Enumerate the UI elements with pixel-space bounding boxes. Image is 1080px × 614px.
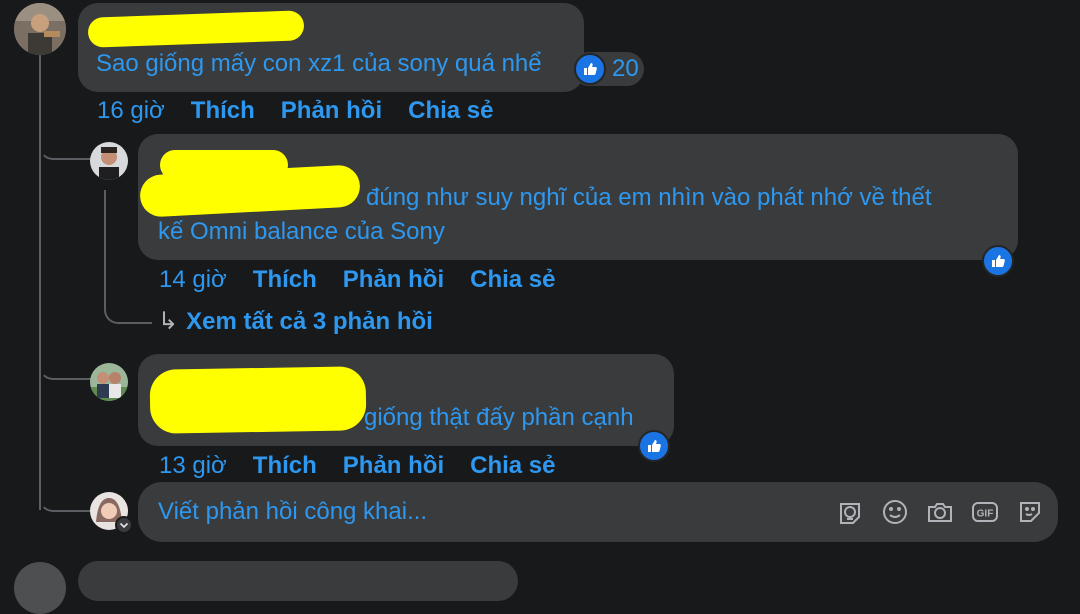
timestamp[interactable]: 14 giờ bbox=[159, 264, 227, 296]
timestamp[interactable]: 16 giờ bbox=[97, 95, 165, 127]
share-button[interactable]: Chia sẻ bbox=[408, 95, 493, 127]
emoji-icon[interactable] bbox=[879, 496, 911, 528]
comment-text: Sao giống mấy con xz1 của sony quá nhể bbox=[96, 50, 542, 77]
like-button[interactable]: Thích bbox=[253, 450, 317, 482]
reply-arrow-icon: ↳ bbox=[158, 308, 179, 335]
share-button[interactable]: Chia sẻ bbox=[470, 450, 555, 482]
avatar-photo-icon bbox=[14, 3, 66, 55]
comment-actions: 16 giờ Thích Phản hồi Chia sẻ bbox=[97, 95, 520, 127]
view-more-replies-link[interactable]: ↳ Xem tất cả 3 phản hồi bbox=[158, 306, 433, 338]
view-more-replies-label: Xem tất cả 3 phản hồi bbox=[186, 308, 433, 335]
avatar-dropdown-icon[interactable] bbox=[115, 516, 133, 534]
reply-text-line1: đúng như suy nghĩ của em nhìn vào phát n… bbox=[366, 184, 932, 211]
reply-button[interactable]: Phản hồi bbox=[343, 450, 444, 482]
like-reaction-icon[interactable] bbox=[638, 430, 670, 462]
avatar[interactable] bbox=[90, 142, 128, 180]
reply-actions: 14 giờ Thích Phản hồi Chia sẻ bbox=[159, 264, 582, 296]
reaction-summary[interactable]: 20 bbox=[572, 52, 644, 86]
reply-text-line2: kế Omni balance của Sony bbox=[158, 218, 445, 245]
sticker-icon[interactable] bbox=[1014, 496, 1046, 528]
thread-line-main bbox=[39, 52, 41, 510]
like-reaction-icon bbox=[574, 53, 606, 85]
avatar-sticker-icon[interactable] bbox=[834, 496, 866, 528]
avatar[interactable] bbox=[14, 3, 66, 55]
like-button[interactable]: Thích bbox=[191, 95, 255, 127]
camera-icon[interactable] bbox=[924, 496, 956, 528]
share-button[interactable]: Chia sẻ bbox=[470, 264, 555, 296]
reaction-count: 20 bbox=[612, 55, 639, 82]
reply-button[interactable]: Phản hồi bbox=[343, 264, 444, 296]
thread-branch-reply2 bbox=[39, 358, 91, 380]
reply-composer[interactable]: Viết phản hồi công khai... GIF bbox=[138, 482, 1058, 542]
like-reaction-icon[interactable] bbox=[982, 245, 1014, 277]
thread-branch-composer bbox=[39, 490, 91, 512]
reply-text: giống thật đấy phần cạnh bbox=[364, 404, 634, 431]
redacted-author-name bbox=[149, 366, 367, 434]
like-button[interactable]: Thích bbox=[253, 264, 317, 296]
avatar[interactable] bbox=[90, 363, 128, 401]
avatar-photo-icon bbox=[90, 363, 128, 401]
reply-button[interactable]: Phản hồi bbox=[281, 95, 382, 127]
avatar-photo-icon bbox=[90, 142, 128, 180]
reply-input[interactable]: Viết phản hồi công khai... bbox=[158, 495, 427, 529]
thread-branch-reply1 bbox=[39, 138, 91, 160]
timestamp[interactable]: 13 giờ bbox=[159, 450, 227, 482]
reply-actions: 13 giờ Thích Phản hồi Chia sẻ bbox=[159, 450, 582, 482]
next-comment-avatar bbox=[14, 562, 66, 614]
svg-text:GIF: GIF bbox=[977, 509, 994, 520]
gif-icon[interactable]: GIF bbox=[969, 496, 1001, 528]
next-comment-bubble bbox=[78, 561, 518, 601]
